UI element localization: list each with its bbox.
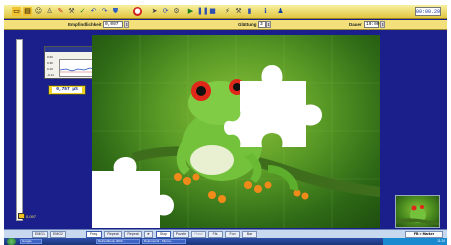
refresh-icon[interactable]: ⟳ [161,7,170,16]
duration-spinner[interactable]: ⇕ [380,21,385,28]
sensitivity-field[interactable]: 0,097 [103,21,123,28]
frog-puzzle-picture [92,35,380,228]
taskbar-item-word[interactable]: Dokument1 - Micros... [142,239,186,244]
fon-button[interactable]: Fon [225,231,240,238]
user-icon[interactable]: ☺ [34,7,43,16]
wrench-icon[interactable]: ⚒ [234,7,243,16]
shield-icon[interactable]: ⛊ [111,7,120,16]
level-slider-handle[interactable] [18,213,25,219]
emg1-button[interactable]: EMG1 [32,231,48,238]
pause-icon[interactable]: ❚❚ [197,7,209,16]
edit-icon[interactable]: ✎ [56,7,65,16]
freq-button[interactable]: Freq. [86,231,102,238]
windows-taskbar: Google Refreshbook 3000 ... Dokument1 - … [4,238,447,245]
control-bar: EMG1 EMG2 Freq. Repeat Repeat ➤ Stop Puz… [4,229,447,238]
y-tick-label: 0.36 [47,61,53,65]
undo-icon[interactable]: ↶ [89,7,98,16]
smoothing-label: Glättung [238,22,257,27]
save-icon[interactable]: ▤ [23,7,32,16]
sensitivity-spinner[interactable]: ⇕ [124,21,129,28]
stop-button[interactable]: Stop [156,231,171,238]
sensor-reading: 0,757 µS [52,87,82,93]
check-icon[interactable]: ✓ [78,7,87,16]
puzzle-preview-thumbnail[interactable] [395,195,440,228]
repeat-a-button[interactable]: Repeat [104,231,122,238]
person-figure-icon[interactable]: ♟ [276,7,285,16]
bar-button[interactable]: Bar [242,231,257,238]
sensor-reading-box: 0,757 µS [48,85,86,95]
cursor-button[interactable]: ➤ [144,231,153,238]
flk-button[interactable]: Flk. [208,231,223,238]
level-meter [16,39,23,221]
redo-icon[interactable]: ↷ [100,7,109,16]
start-button[interactable] [7,238,16,245]
y-tick-label: 0.10 [47,67,53,71]
system-tray: 11:24 [383,238,447,245]
feedback-marker-button[interactable]: FB > Marker [405,231,443,238]
person-icon[interactable]: ♙ [45,7,54,16]
main-toolbar: ▭ ▤ ☺ ♙ ✎ ⚒ ✓ ↶ ↷ ⛊ ● ➤ ⟳ ⚙ ▶ ❚❚ ■ ⚡ ⚒ ▮… [4,5,447,19]
y-tick-label: -0.14 [47,73,54,77]
google-search-box[interactable]: Google [20,239,42,244]
elapsed-time-display: 00:00.29 [415,7,441,16]
flash-button[interactable]: Flash [191,231,206,238]
duration-label: Dauer [349,22,362,27]
play-icon[interactable]: ▶ [186,7,195,16]
biofeedback-app-window: ▭ ▤ ☺ ♙ ✎ ⚒ ✓ ↶ ↷ ⛊ ● ➤ ⟳ ⚙ ▶ ❚❚ ■ ⚡ ⚒ ▮… [4,5,447,245]
emg2-button[interactable]: EMG2 [50,231,66,238]
frog-thumbnail [396,205,439,226]
stop-sign-icon[interactable]: ● [133,7,142,16]
level-value: 0.097 [26,214,37,219]
duration-field[interactable]: 10:00 [364,21,380,28]
puzzle-button[interactable]: Puzzle [173,231,189,238]
smoothing-spinner[interactable]: ⇕ [266,21,271,28]
info-icon[interactable]: ℹ [261,7,270,16]
cursor-icon[interactable]: ➤ [150,7,159,16]
open-folder-icon[interactable]: ▭ [12,7,21,16]
settings-icon[interactable]: ⚙ [172,7,181,16]
tool-icon[interactable]: ⚒ [67,7,76,16]
repeat-b-button[interactable]: Repeat [124,231,142,238]
stop-icon[interactable]: ■ [208,7,217,16]
bar-chart-icon[interactable]: ▮ [245,7,254,16]
sensitivity-label: Empfindlichkeit [68,22,102,27]
clock: 11:24 [437,239,445,243]
parameter-bar: Empfindlichkeit 0,097 ⇕ Glättung 3 ⇕ Dau… [4,20,447,30]
smoothing-field[interactable]: 3 [258,21,266,28]
magic-wand-icon[interactable]: ⚡ [223,7,232,16]
puzzle-feedback-image [92,35,380,228]
y-tick-label: 0.60 [47,55,53,59]
taskbar-item-refreshbook[interactable]: Refreshbook 3000 ... [96,239,140,244]
